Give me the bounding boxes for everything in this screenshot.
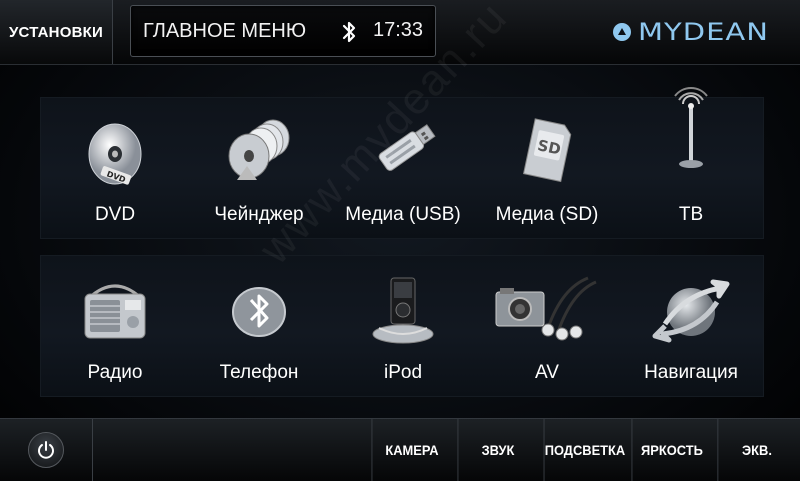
menu-item-media-usb[interactable]: Медиа (USB) [331, 98, 475, 238]
menu-item-ipod[interactable]: iPod [331, 256, 475, 396]
menu-item-label: DVD [94, 204, 136, 225]
menu-item-label: Чейнджер [214, 204, 304, 225]
power-ring [28, 432, 64, 468]
brightness-label: ЯРКОСТЬ [641, 442, 703, 458]
menu-item-phone[interactable]: Телефон [187, 256, 331, 396]
menu-item-label: Медиа (USB) [345, 204, 461, 225]
dvd-disc-icon: DVD [88, 123, 142, 185]
menu-item-label: Медиа (SD) [495, 204, 599, 225]
backlight-button[interactable]: ПОДСВЕТКА [543, 419, 626, 481]
main-menu-screen: УСТАНОВКИ ГЛАВНОЕ МЕНЮ 17:33 mydean [0, 0, 800, 481]
equalizer-button[interactable]: ЭКВ. [717, 419, 795, 481]
backlight-label: ПОДСВЕТКА [544, 442, 626, 458]
menu-item-dvd[interactable]: DVD DVD [43, 98, 187, 238]
menu-item-av[interactable]: AV [475, 256, 619, 396]
bottom-bar: КАМЕРА ЗВУК ПОДСВЕТКА ЯРКОСТЬ ЭКВ. [0, 418, 800, 481]
disc-changer-icon [228, 119, 290, 180]
page-title: ГЛАВНОЕ МЕНЮ [143, 20, 307, 42]
logo-icon [613, 23, 631, 41]
menu-item-navigation[interactable]: Навигация [619, 256, 763, 396]
equalizer-label: ЭКВ. [741, 442, 772, 458]
sound-label: ЗВУК [481, 442, 515, 458]
menu-panel-bottom: Радио Телефон iPod AV Навигация [40, 255, 764, 397]
ipod-dock-icon [372, 277, 434, 344]
menu-item-label: AV [535, 362, 559, 383]
menu-item-label: Радио [87, 362, 143, 383]
menu-item-changer[interactable]: Чейнджер [187, 98, 331, 238]
usb-drive-icon [378, 124, 436, 171]
navigation-globe-icon [652, 279, 730, 343]
menu-item-radio[interactable]: Радио [43, 256, 187, 396]
av-cables-icon [495, 276, 597, 341]
brightness-button[interactable]: ЯРКОСТЬ [631, 419, 711, 481]
bluetooth-phone-icon [232, 287, 286, 337]
brand-logo: mydean [612, 14, 788, 50]
power-icon [38, 441, 54, 459]
top-bar: УСТАНОВКИ ГЛАВНОЕ МЕНЮ 17:33 mydean [0, 0, 800, 65]
menu-panel-top: DVD DVD Чейнджер Медиа (USB) SD Медиа (S… [40, 87, 764, 239]
menu-item-label: ТВ [678, 204, 704, 225]
radio-icon [84, 284, 146, 339]
tv-antenna-icon [674, 87, 708, 168]
menu-item-tv[interactable]: ТВ [619, 87, 763, 238]
camera-button[interactable]: КАМЕРА [371, 419, 451, 481]
power-button[interactable] [0, 419, 93, 481]
sd-card-icon: SD [522, 118, 572, 183]
clock: 17:33 [373, 19, 424, 41]
sound-button[interactable]: ЗВУК [457, 419, 537, 481]
title-display: ГЛАВНОЕ МЕНЮ 17:33 [130, 5, 436, 57]
settings-label: УСТАНОВКИ [9, 23, 103, 41]
logo-text: mydean [638, 18, 769, 46]
camera-label: КАМЕРА [385, 442, 439, 458]
menu-item-media-sd[interactable]: SD Медиа (SD) [475, 98, 619, 238]
menu-item-label: Телефон [219, 362, 299, 383]
bluetooth-icon [342, 21, 356, 43]
menu-item-label: Навигация [644, 362, 738, 383]
menu-item-label: iPod [383, 362, 423, 383]
settings-button[interactable]: УСТАНОВКИ [0, 0, 113, 64]
